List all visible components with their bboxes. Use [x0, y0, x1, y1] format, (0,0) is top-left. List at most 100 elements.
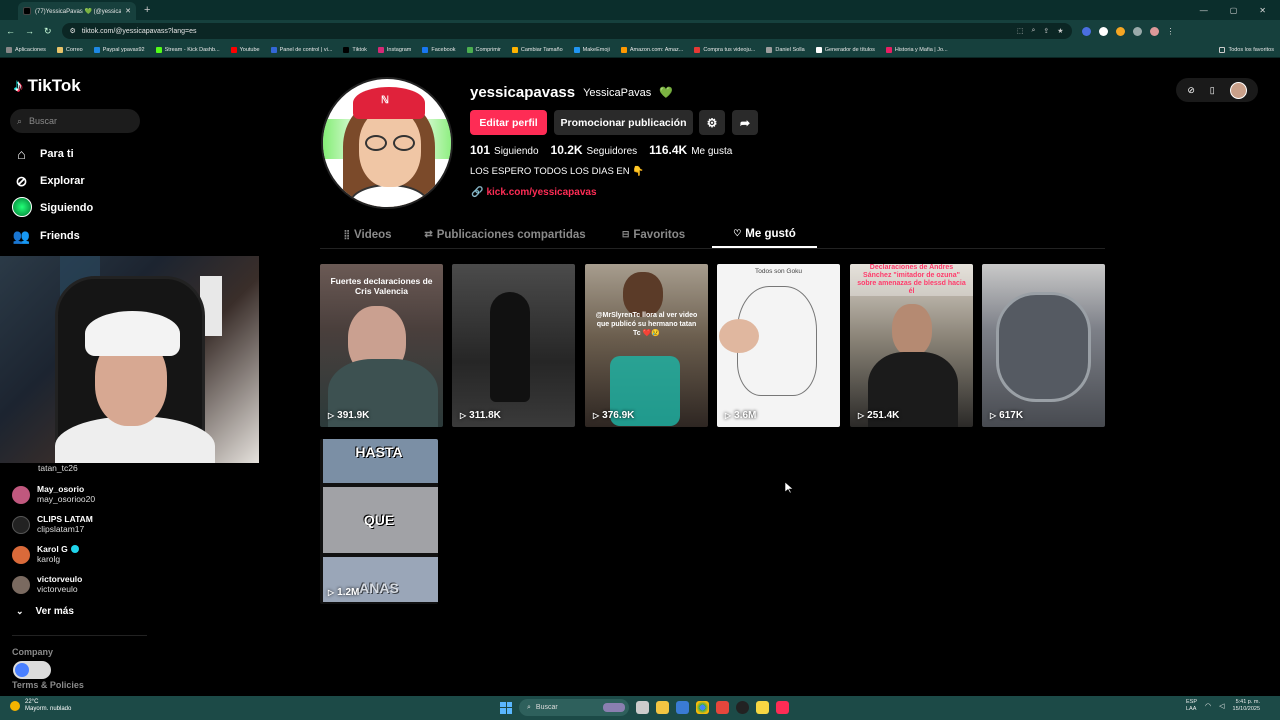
volume-icon[interactable]: ◁ [1219, 703, 1224, 710]
bookmark-item[interactable]: Instagram [377, 46, 411, 53]
phone-icon[interactable]: ▯ [1210, 85, 1215, 96]
bookmark-item[interactable]: Compra tus videoju... [694, 46, 755, 53]
chrome-icon[interactable] [696, 701, 709, 714]
overlay-toggle[interactable] [13, 661, 51, 679]
share-page-icon[interactable]: ⇪ [1043, 27, 1049, 35]
tiktok-page: ♪ TikTok ⌕ Buscar ⌂ Para ti ⊘ Explorar S… [0, 59, 1280, 696]
bookmark-item[interactable]: Daniel Solla [766, 46, 805, 53]
clock[interactable]: 5:41 p. m. 15/10/2025 [1233, 699, 1261, 713]
video-card[interactable]: Todos son Goku ▷ 3.6M [717, 264, 840, 427]
video-card[interactable]: HASTA QUE ANAS ▷ 1.2M [320, 439, 438, 604]
browser-tab[interactable]: (77)YessicaPavas 💚 (@yessica... ✕ [18, 2, 136, 20]
bookmark-item[interactable]: Generador de títulos [815, 46, 875, 53]
following-name: victorveulo [37, 574, 83, 584]
forward-icon[interactable]: → [25, 26, 34, 36]
search-input[interactable]: ⌕ Buscar [10, 109, 140, 133]
sidebar-item-siguiendo[interactable]: Siguiendo [12, 196, 152, 218]
tiktok-app-icon[interactable] [776, 701, 789, 714]
following-item[interactable]: Karol G karolg [12, 544, 162, 565]
tab-liked[interactable]: ♡ Me gustó [712, 221, 817, 248]
bookmark-item[interactable]: MakeEmoji [573, 46, 610, 53]
obs-icon[interactable] [736, 701, 749, 714]
video-card[interactable]: Declaraciones de Andres Sánchez "imitado… [850, 264, 973, 427]
bookmark-item[interactable]: Historia y Mafia | Jo... [885, 46, 948, 53]
new-tab-icon[interactable]: + [144, 4, 150, 16]
extension-icon[interactable] [1098, 26, 1108, 36]
tiktok-logo[interactable]: ♪ TikTok [14, 76, 81, 96]
close-tab-icon[interactable]: ✕ [125, 7, 131, 15]
minimize-icon[interactable]: — [1200, 6, 1208, 15]
search-highlight-icon [603, 703, 625, 712]
tab-shared-posts[interactable]: ⇄ Publicaciones compartidas [415, 221, 595, 248]
back-icon[interactable]: ← [6, 26, 15, 36]
language-indicator[interactable]: ESP LAA [1186, 699, 1197, 713]
see-more-button[interactable]: ⌄ Ver más [16, 606, 74, 617]
company-link[interactable]: Company [12, 647, 53, 657]
profile-link[interactable]: 🔗 kick.com/yessicapavas [471, 187, 597, 198]
video-caption: Declaraciones de Andres Sánchez "imitado… [850, 264, 973, 296]
video-card[interactable]: @MrSlyrenTc llora al ver video que publi… [585, 264, 708, 427]
following-item[interactable]: tatan_tc26 [12, 463, 162, 474]
followers-stat[interactable]: 10.2K Seguidores [551, 143, 638, 157]
url-field[interactable]: ⚙ tiktok.com/@yessicapavass?lang=es ⬚ ⌕ … [61, 23, 1072, 39]
video-card[interactable]: ▷ 311.8K [452, 264, 575, 427]
video-card[interactable]: Fuertes declaraciones de Cris Valencia ▷… [320, 264, 443, 427]
reload-icon[interactable]: ↻ [44, 26, 52, 37]
bookmark-item[interactable]: Panel de control | vi... [270, 46, 332, 53]
all-bookmarks[interactable]: Todos los favoritos [1219, 46, 1274, 53]
bookmark-item[interactable]: Comprimir [466, 46, 501, 53]
install-icon[interactable]: ⬚ [1017, 27, 1024, 35]
menu-icon[interactable]: ⋮ [1167, 27, 1175, 36]
settings-gear-button[interactable]: ⚙ [699, 110, 725, 135]
close-window-icon[interactable]: ✕ [1259, 6, 1266, 15]
site-info-icon[interactable]: ⚙ [70, 27, 76, 35]
following-name: May_osorio [37, 484, 85, 494]
tab-favorites[interactable]: ⊟ Favoritos [595, 221, 712, 248]
extension-icon[interactable] [1115, 26, 1125, 36]
profile-icon[interactable] [1149, 26, 1159, 36]
star-icon[interactable]: ★ [1057, 27, 1063, 35]
sidebar-item-explorar[interactable]: ⊘ Explorar [12, 171, 152, 191]
extension-icon[interactable] [1081, 26, 1091, 36]
compass-icon[interactable]: ⊘ [1187, 85, 1195, 96]
sticky-notes-icon[interactable] [756, 701, 769, 714]
bookmark-item[interactable]: Facebook [422, 46, 456, 53]
app-icon[interactable] [716, 701, 729, 714]
taskbar-search[interactable]: ⌕ Buscar [519, 699, 629, 716]
bookmark-favicon-icon [230, 46, 237, 53]
bookmark-item[interactable]: Paypal ypavas92 [93, 46, 145, 53]
user-avatar[interactable] [1229, 81, 1247, 99]
bookmark-item[interactable]: Stream - Kick Dashb... [155, 46, 220, 53]
bookmark-item[interactable]: Aplicaciones [6, 46, 46, 53]
video-views: ▷ 617K [990, 410, 1023, 421]
windows-start-icon[interactable] [500, 701, 512, 714]
bookmark-item[interactable]: Correo [56, 46, 83, 53]
video-card[interactable]: ▷ 617K [982, 264, 1105, 427]
following-item[interactable]: CLIPS LATAM clipslatam17 [12, 514, 162, 535]
puzzle-icon[interactable] [1132, 26, 1142, 36]
tab-videos[interactable]: ⣿ Videos [320, 221, 415, 248]
file-explorer-icon[interactable] [656, 701, 669, 714]
zoom-icon[interactable]: ⌕ [1031, 27, 1035, 35]
edit-profile-button[interactable]: Editar perfil [470, 110, 547, 135]
bookmark-item[interactable]: Cambiar Tamaño [511, 46, 563, 53]
following-item[interactable]: victorveulo victorveulo [12, 574, 162, 595]
store-icon[interactable] [676, 701, 689, 714]
promote-post-button[interactable]: Promocionar publicación [554, 110, 693, 135]
friends-icon: 👥 [12, 227, 31, 244]
weather-widget[interactable]: 22°C Mayorm. nublado [10, 699, 71, 713]
share-profile-button[interactable]: ➦ [732, 110, 758, 135]
following-item[interactable]: May_osorio may_osorioo20 [12, 484, 162, 505]
bookmark-item[interactable]: Amazon.com: Amaz... [620, 46, 683, 53]
maximize-icon[interactable]: ▢ [1230, 6, 1238, 15]
task-view-icon[interactable] [636, 701, 649, 714]
profile-avatar[interactable]: ℕ [321, 77, 453, 209]
bookmark-item[interactable]: Youtube [230, 46, 260, 53]
sidebar-item-friends[interactable]: 👥 Friends [12, 226, 152, 246]
bookmark-item[interactable]: Tiktok [343, 46, 367, 53]
following-stat[interactable]: 101 Siguiendo [470, 143, 539, 157]
sidebar-item-para-ti[interactable]: ⌂ Para ti [12, 144, 152, 164]
bookmark-label: Aplicaciones [15, 46, 46, 53]
wifi-icon[interactable]: ◠ [1205, 703, 1211, 710]
terms-link[interactable]: Terms & Policies [12, 680, 84, 690]
